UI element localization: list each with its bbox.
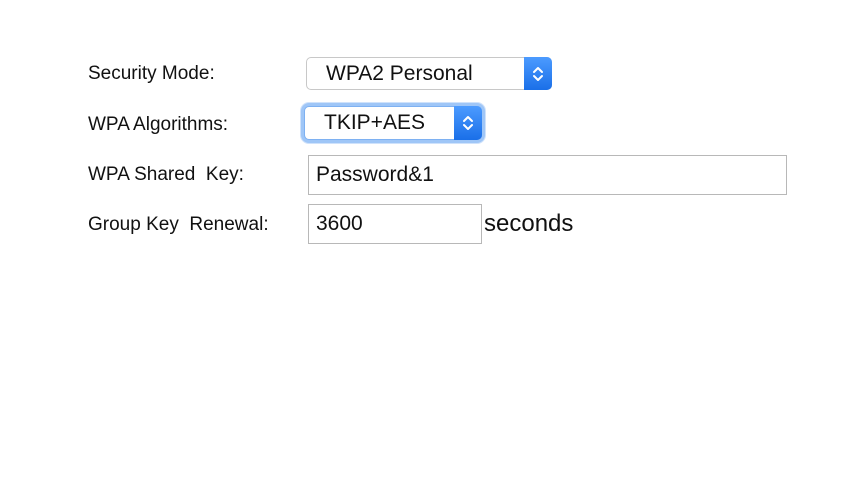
security-mode-value: WPA2 Personal: [326, 62, 473, 85]
wireless-security-form: Security Mode: WPA2 Personal WPA Algorit…: [0, 0, 864, 488]
group-key-renewal-input[interactable]: 3600: [308, 204, 482, 244]
security-mode-label: Security Mode:: [88, 63, 215, 84]
wpa-algorithms-value: TKIP+AES: [324, 111, 425, 134]
chevron-up-down-icon: [524, 57, 552, 90]
wpa-algorithms-select[interactable]: TKIP+AES: [304, 106, 482, 140]
group-key-renewal-label: Group Key Renewal:: [88, 214, 269, 235]
wpa-algorithms-label: WPA Algorithms:: [88, 114, 229, 135]
seconds-unit-label: seconds: [484, 210, 574, 237]
chevron-up-down-icon: [454, 106, 482, 140]
security-mode-select[interactable]: WPA2 Personal: [306, 57, 552, 90]
wpa-shared-key-label: WPA Shared Key:: [88, 164, 244, 185]
wpa-shared-key-input[interactable]: Password&1: [308, 155, 787, 195]
